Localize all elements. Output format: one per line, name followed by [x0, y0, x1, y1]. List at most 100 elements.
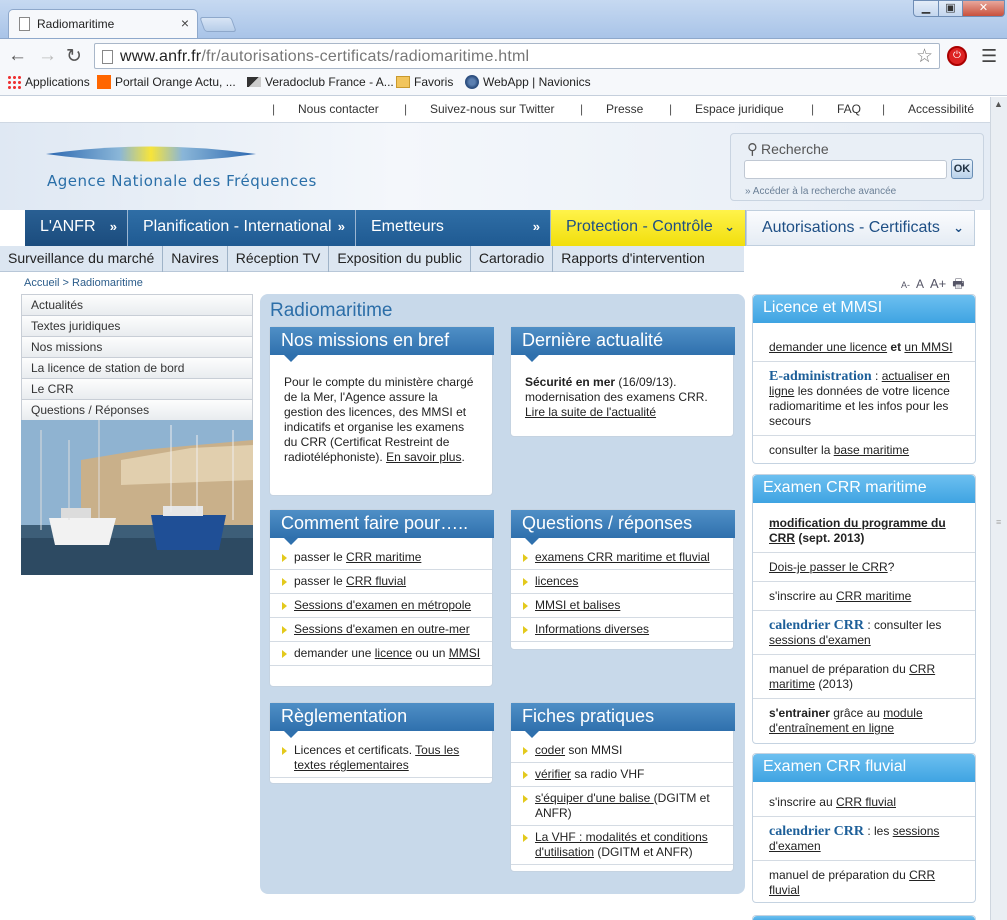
- list-item[interactable]: modification du programme du CRR (sept. …: [753, 509, 975, 552]
- leftmenu-item-actualites[interactable]: Actualités: [21, 294, 253, 315]
- scroll-up-icon[interactable]: ▲: [994, 99, 1003, 109]
- page-icon: [19, 17, 30, 31]
- rbox-licence-mmsi: Licence et MMSI demander une licence et …: [752, 294, 976, 464]
- bookmark-veradoclub[interactable]: Veradoclub France - A...: [247, 75, 394, 89]
- list-item[interactable]: examens CRR maritime et fluvial: [511, 546, 733, 570]
- list-item[interactable]: vérifier sa radio VHF: [511, 763, 733, 787]
- list-item[interactable]: calendrier CRR : consulter les sessions …: [753, 610, 975, 654]
- address-url[interactable]: www.anfr.fr/fr/autorisations-certificats…: [120, 48, 529, 66]
- chevron-right-icon: »: [109, 219, 117, 234]
- leftmenu-item-questions[interactable]: Questions / Réponses: [21, 399, 253, 420]
- bookmark-applications[interactable]: Applications: [7, 75, 90, 89]
- list-item[interactable]: calendrier CRR : les sessions d'examen: [753, 816, 975, 860]
- extension-stop-icon[interactable]: ⏻: [947, 46, 967, 66]
- page-scrollbar[interactable]: ▲ ≡: [990, 97, 1007, 920]
- address-bar[interactable]: www.anfr.fr/fr/autorisations-certificats…: [94, 43, 940, 69]
- link-espace-juridique[interactable]: Espace juridique: [695, 102, 784, 116]
- rbox-title: Examen CRR maritime: [753, 475, 975, 503]
- anfr-logo-icon[interactable]: [46, 145, 256, 163]
- bookmark-favoris[interactable]: Favoris: [396, 75, 453, 89]
- logo-text[interactable]: Agence Nationale des Fréquences: [47, 172, 317, 190]
- list-item[interactable]: s'entrainer grâce au module d'entraîneme…: [753, 698, 975, 742]
- nav-autorisations-certificats[interactable]: Autorisations - Certificats ⌄: [746, 210, 975, 246]
- bookmark-star-icon[interactable]: ☆: [916, 45, 933, 68]
- leftmenu-item-textes[interactable]: Textes juridiques: [21, 315, 253, 336]
- list-item[interactable]: Sessions d'examen en métropole: [270, 594, 492, 618]
- list-item[interactable]: Sessions d'examen en outre-mer: [270, 618, 492, 642]
- subnav-surveillance[interactable]: Surveillance du marché: [0, 246, 164, 272]
- tab-close-icon[interactable]: ×: [181, 15, 189, 31]
- browser-tab[interactable]: Radiomaritime ×: [8, 9, 198, 38]
- font-normal-button[interactable]: A: [916, 277, 924, 291]
- window-maximize-button[interactable]: ▣: [938, 0, 963, 17]
- box-reglementation: Règlementation Licences et certificats. …: [269, 702, 494, 784]
- subnav-rapports[interactable]: Rapports d'intervention: [553, 246, 713, 272]
- list-item[interactable]: s'équiper d'une balise (DGITM et ANFR): [511, 787, 733, 826]
- list-item[interactable]: Informations diverses: [511, 618, 733, 642]
- new-tab-button[interactable]: [199, 17, 237, 32]
- leftmenu-item-licence[interactable]: La licence de station de bord: [21, 357, 253, 378]
- list-item[interactable]: MMSI et balises: [511, 594, 733, 618]
- nav-protection-controle[interactable]: Protection - Contrôle ⌄: [551, 210, 746, 246]
- list-item[interactable]: consulter la base maritime: [753, 435, 975, 464]
- nav-anfr[interactable]: L'ANFR »: [25, 210, 128, 246]
- link-en-savoir-plus[interactable]: En savoir plus: [386, 450, 461, 464]
- scroll-grip-icon[interactable]: ≡: [996, 517, 1001, 527]
- list-item[interactable]: s'inscrire au CRR maritime: [753, 581, 975, 610]
- leftmenu-item-missions[interactable]: Nos missions: [21, 336, 253, 357]
- subnav-cartoradio[interactable]: Cartoradio: [471, 246, 554, 272]
- list-item[interactable]: manuel de préparation du CRR maritime (2…: [753, 654, 975, 698]
- search-input[interactable]: [744, 160, 947, 179]
- list-item[interactable]: s'inscrire au CRR fluvial: [753, 788, 975, 816]
- list-item[interactable]: Dois-je passer le CRR?: [753, 552, 975, 581]
- bookmark-navionics[interactable]: WebApp | Navionics: [465, 75, 591, 89]
- nav-planification[interactable]: Planification - International »: [128, 210, 356, 246]
- reload-icon[interactable]: ↻: [66, 45, 82, 68]
- list-item[interactable]: manuel de préparation du CRR fluvial: [753, 860, 975, 904]
- sub-navigation: Surveillance du marché Navires Réception…: [0, 246, 744, 272]
- subnav-navires[interactable]: Navires: [163, 246, 228, 272]
- font-larger-button[interactable]: A+: [930, 276, 946, 291]
- rbox-next: [752, 915, 976, 920]
- list-item[interactable]: La VHF : modalités et conditions d'utili…: [511, 826, 733, 865]
- list-item[interactable]: licences: [511, 570, 733, 594]
- advanced-search-link[interactable]: » Accéder à la recherche avancée: [745, 186, 896, 197]
- harbor-photo: [21, 420, 253, 575]
- link-lire-la-suite[interactable]: Lire la suite de l'actualité: [525, 405, 656, 419]
- window-minimize-button[interactable]: ▁: [913, 0, 939, 17]
- bookmark-orange[interactable]: Portail Orange Actu, ...: [97, 75, 236, 89]
- menu-hamburger-icon[interactable]: ☰: [981, 46, 997, 67]
- list-item[interactable]: demander une licence et un MMSI: [753, 333, 975, 361]
- link-presse[interactable]: Presse: [606, 102, 643, 116]
- web-page: | Nous contacter | Suivez-nous sur Twitt…: [0, 97, 990, 920]
- link-faq[interactable]: FAQ: [837, 102, 861, 116]
- forward-arrow-icon[interactable]: →: [38, 45, 57, 67]
- box-title: Dernière actualité: [511, 327, 735, 362]
- link-twitter[interactable]: Suivez-nous sur Twitter: [430, 102, 555, 116]
- window-close-button[interactable]: ✕: [962, 0, 1005, 17]
- list-item[interactable]: coder son MMSI: [511, 739, 733, 763]
- subnav-reception-tv[interactable]: Réception TV: [228, 246, 330, 272]
- link-accessibilite[interactable]: Accessibilité: [908, 102, 974, 116]
- list-item[interactable]: passer le CRR fluvial: [270, 570, 492, 594]
- navionics-globe-icon: [465, 75, 479, 89]
- box-questions: Questions / réponses examens CRR maritim…: [510, 509, 735, 650]
- nav-emetteurs[interactable]: Emetteurs »: [356, 210, 551, 246]
- box-title: Comment faire pour…..: [270, 510, 494, 545]
- chevron-down-icon: ⌄: [953, 220, 964, 235]
- chevron-down-icon: ⌄: [724, 219, 735, 234]
- link-nous-contacter[interactable]: Nous contacter: [298, 102, 379, 116]
- back-arrow-icon[interactable]: ←: [8, 45, 27, 67]
- list-item[interactable]: E-administration : actualiser en ligne l…: [753, 361, 975, 435]
- list-item[interactable]: Licences et certificats. Tous les textes…: [270, 739, 492, 778]
- bookmarks-bar: Applications Portail Orange Actu, ... Ve…: [0, 72, 1007, 96]
- font-smaller-button[interactable]: A-: [901, 280, 910, 290]
- list-item[interactable]: demander une licence ou un MMSI: [270, 642, 492, 666]
- rbox-examen-crr-fluvial: Examen CRR fluvial s'inscrire au CRR flu…: [752, 753, 976, 903]
- search-ok-button[interactable]: OK: [951, 159, 973, 179]
- box-missions: Nos missions en bref Pour le compte du m…: [269, 326, 494, 496]
- breadcrumb[interactable]: Accueil > Radiomaritime: [24, 277, 143, 289]
- subnav-exposition[interactable]: Exposition du public: [329, 246, 471, 272]
- leftmenu-item-crr[interactable]: Le CRR: [21, 378, 253, 399]
- list-item[interactable]: passer le CRR maritime: [270, 546, 492, 570]
